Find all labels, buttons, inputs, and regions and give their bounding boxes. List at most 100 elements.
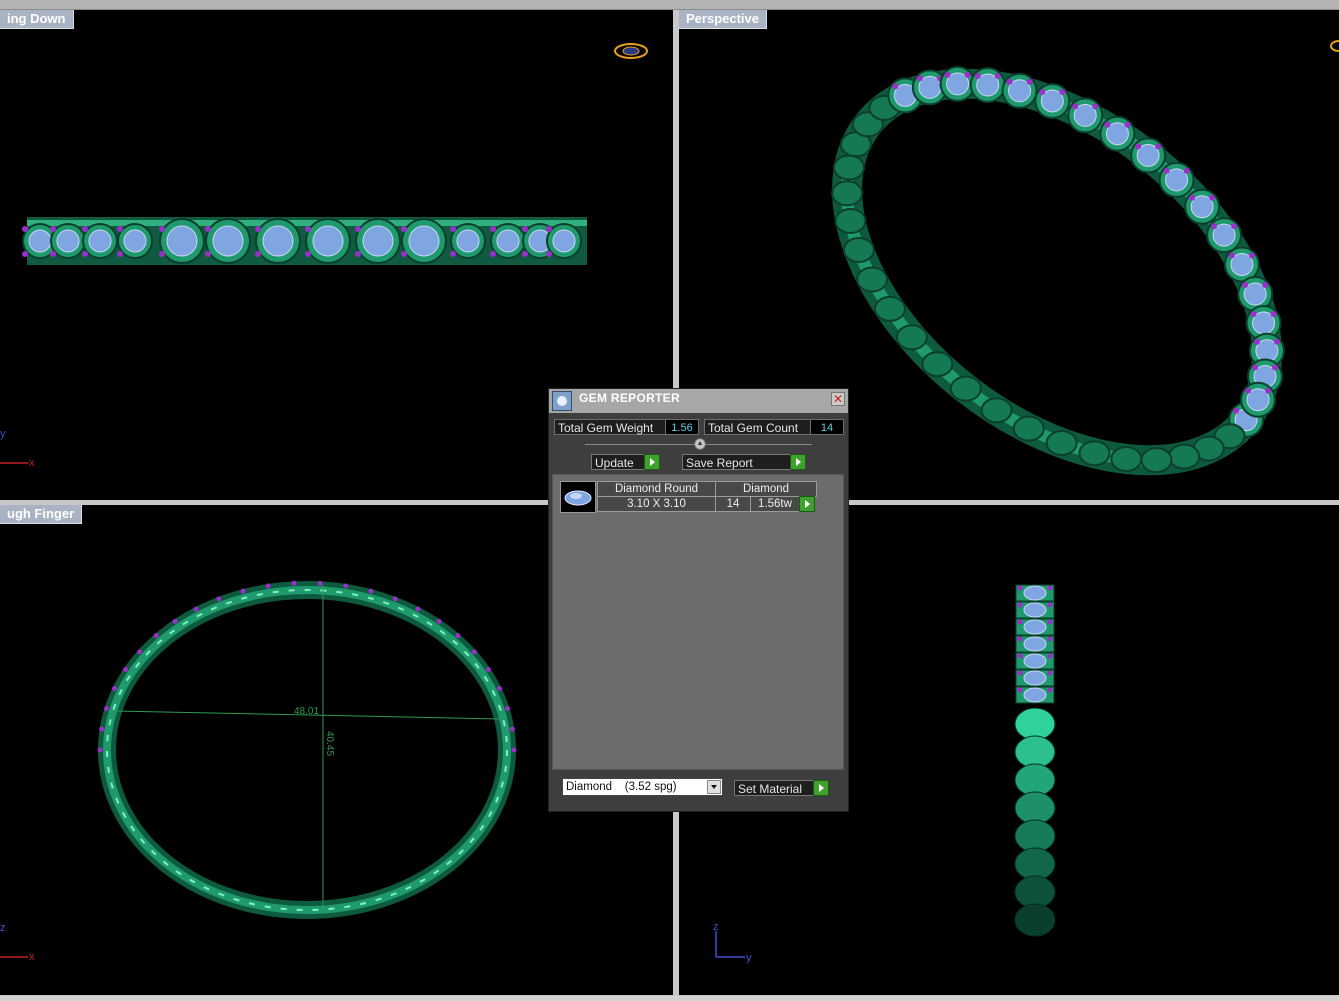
material-select[interactable]: Diamond (3.52 spg): [562, 778, 723, 796]
prong: [496, 686, 502, 692]
viewport-label-through-finger[interactable]: ugh Finger: [0, 505, 83, 524]
gem-shape-header: Diamond Round: [597, 481, 716, 497]
prong: [216, 596, 222, 602]
chevron-down-icon[interactable]: [707, 780, 721, 794]
prong: [50, 251, 56, 257]
prong: [1189, 194, 1196, 201]
gem-stone: [56, 229, 80, 253]
prong: [255, 251, 261, 257]
gem-stone: [1023, 687, 1047, 703]
gem-reporter-titlebar[interactable]: GEM REPORTER ✕: [549, 389, 848, 413]
prong: [1135, 143, 1142, 150]
status-strip: [0, 996, 1339, 1001]
prong: [974, 73, 981, 80]
gem-row-arrow-icon[interactable]: [799, 496, 815, 512]
prong: [1245, 387, 1252, 394]
axis-y-label: y: [746, 952, 752, 964]
gem-stone: [456, 229, 480, 253]
gem-stone: [1023, 585, 1047, 601]
gem-reporter-dialog[interactable]: GEM REPORTER ✕ Total Gem Weight 1.56 Tot…: [548, 388, 849, 812]
prong: [415, 606, 421, 612]
setting-back: [834, 208, 867, 235]
set-material-button[interactable]: Set Material: [734, 780, 818, 796]
total-gem-count-value: 14: [810, 419, 844, 435]
prong: [522, 251, 528, 257]
setting-back: [980, 397, 1013, 424]
prong: [1262, 282, 1269, 289]
prong: [1047, 687, 1053, 693]
prong: [485, 667, 491, 673]
gem-count: 14: [715, 496, 751, 512]
prong: [317, 580, 323, 586]
close-icon[interactable]: ✕: [831, 392, 845, 406]
viewport-label-looking-down[interactable]: ing Down: [0, 10, 74, 29]
update-button[interactable]: Update: [591, 454, 649, 470]
prong: [1104, 121, 1111, 128]
prong: [172, 618, 178, 624]
gem-thumbnail[interactable]: [560, 481, 596, 513]
update-arrow-icon[interactable]: [644, 454, 660, 470]
prong: [193, 606, 199, 612]
prong: [82, 226, 88, 232]
prong: [1270, 310, 1277, 317]
prong: [1072, 103, 1079, 110]
prong: [355, 251, 361, 257]
prong: [1017, 602, 1023, 608]
prong: [1265, 387, 1272, 394]
prong: [1231, 223, 1238, 230]
prong: [291, 580, 297, 586]
prong: [22, 251, 28, 257]
prong: [1209, 194, 1216, 201]
setting-back: [1168, 443, 1201, 470]
gem-list[interactable]: Diamond Round Diamond 3.10 X 3.10 14 1.5…: [552, 474, 844, 770]
prong: [355, 226, 361, 232]
gem-stone: [28, 229, 52, 253]
gem-weight: 1.56tw: [750, 496, 800, 512]
prong: [1047, 670, 1053, 676]
gem-stone: [88, 229, 112, 253]
gem-stone: [212, 225, 244, 257]
total-gem-weight-label: Total Gem Weight: [554, 419, 666, 435]
axis-y-label: y: [0, 428, 6, 440]
viewport-label-perspective[interactable]: Perspective: [679, 10, 767, 29]
prong: [994, 73, 1001, 80]
prong: [123, 667, 129, 673]
prong: [1242, 282, 1249, 289]
setting-back: [949, 375, 982, 402]
prong: [1039, 89, 1046, 96]
gem-stone: [262, 225, 294, 257]
gem-stone: [1023, 636, 1047, 652]
prong: [509, 726, 515, 732]
gem-stone: [552, 229, 576, 253]
set-material-arrow-icon[interactable]: [813, 780, 829, 796]
prong: [1047, 619, 1053, 625]
prong: [265, 583, 271, 589]
save-report-arrow-icon[interactable]: [790, 454, 806, 470]
gem-stone: [1023, 619, 1047, 635]
collapse-arrow-icon[interactable]: [694, 438, 706, 450]
setting-back: [842, 236, 875, 263]
prong: [1228, 252, 1235, 259]
gem-stone: [362, 225, 394, 257]
view-cube-center-icon: [622, 46, 640, 56]
prong: [1026, 78, 1033, 85]
gem-stone: [408, 225, 440, 257]
save-report-button[interactable]: Save Report: [682, 454, 792, 470]
prong: [1250, 310, 1257, 317]
prong: [522, 226, 528, 232]
prong: [1124, 121, 1131, 128]
prong: [436, 618, 442, 624]
prong: [82, 251, 88, 257]
setting-back: [921, 351, 954, 378]
gem-stone: [1023, 670, 1047, 686]
prong: [1017, 585, 1023, 591]
band-segment: [1014, 875, 1056, 909]
prong: [1059, 89, 1066, 96]
prong: [305, 226, 311, 232]
prong: [159, 251, 165, 257]
prong: [22, 226, 28, 232]
setting-back: [831, 180, 864, 207]
band-highlight: [103, 586, 511, 914]
axis-x-label: x: [29, 951, 35, 963]
prong: [99, 726, 105, 732]
